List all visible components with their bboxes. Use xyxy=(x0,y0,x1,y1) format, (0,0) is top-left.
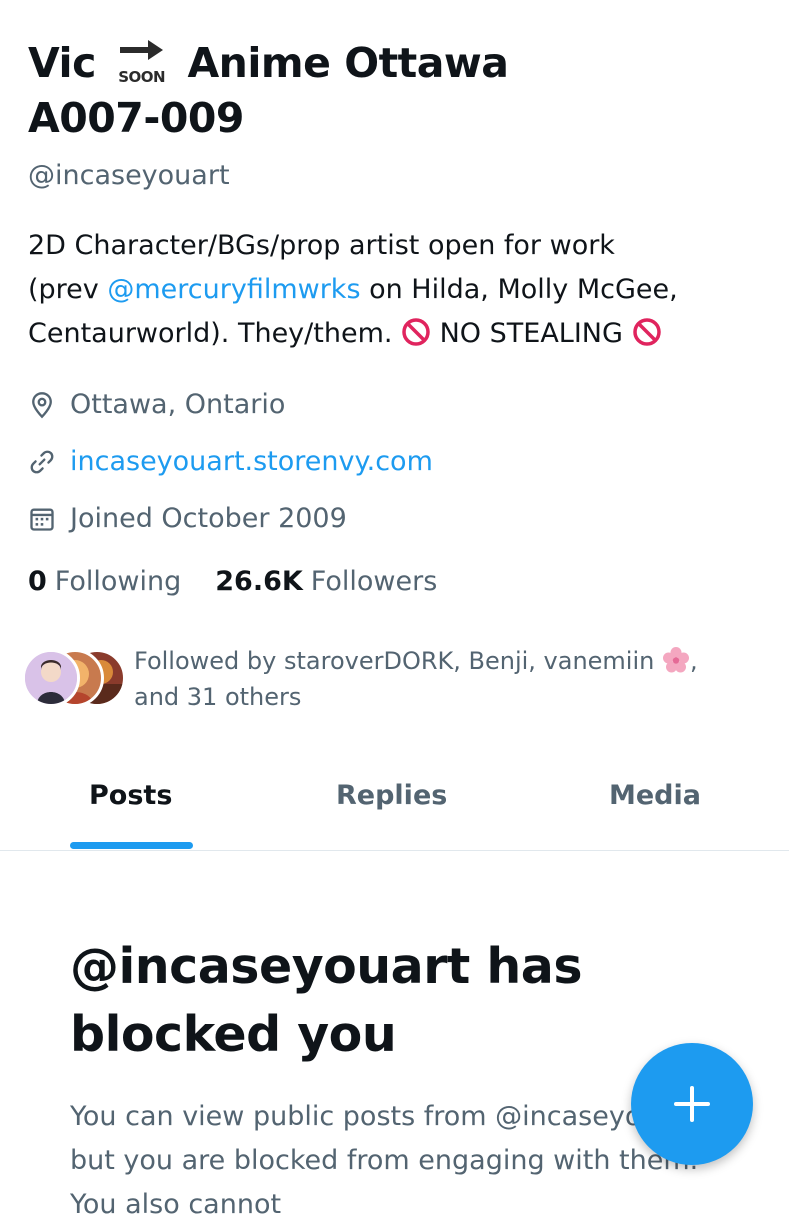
profile-location: Ottawa, Ontario xyxy=(28,376,768,433)
profile-website[interactable]: incaseyouart.storenvy.com xyxy=(28,433,768,490)
bio-line1: 2D Character/BGs/prop artist open for wo… xyxy=(28,230,615,261)
blocked-title: @incaseyouart has blocked you xyxy=(70,938,583,1063)
following-label: Following xyxy=(54,565,182,597)
blocked-notice: @incaseyouart has blocked you You can vi… xyxy=(70,933,710,1227)
followed-by-others: and 31 others xyxy=(134,683,302,711)
following-link[interactable]: 0 Following xyxy=(28,566,181,597)
blocked-message: You can view public posts from @incaseyo… xyxy=(70,1101,706,1220)
profile-name: Vic SOON Anime Ottawa A007-009 xyxy=(28,36,768,146)
cherry-blossom-emoji-icon xyxy=(662,647,689,673)
followed-by[interactable]: Followed by staroverDORK, Benji, vanemii… xyxy=(22,647,768,715)
tab-replies[interactable]: Replies xyxy=(336,780,447,811)
arrow-right-icon xyxy=(119,40,163,60)
profile-bio: 2D Character/BGs/prop artist open for wo… xyxy=(28,224,768,356)
bio-prev-suffix: on Hilda, Molly McGee, xyxy=(360,274,678,305)
website-link[interactable]: incaseyouart.storenvy.com xyxy=(70,446,433,477)
profile-joined: Joined October 2009 xyxy=(28,490,768,547)
follow-counts: 0 Following 26.6K Followers xyxy=(28,559,768,603)
calendar-icon xyxy=(30,508,54,531)
bio-prev-prefix: (prev xyxy=(28,274,108,305)
active-tab-indicator xyxy=(70,842,193,849)
followed-by-names: Followed by staroverDORK, Benji, vanemii… xyxy=(134,647,662,675)
soon-arrow-emoji-icon: SOON xyxy=(114,35,170,89)
prohibited-emoji-icon xyxy=(402,318,430,346)
joined-text: Joined October 2009 xyxy=(70,503,347,534)
compose-post-button[interactable] xyxy=(631,1043,753,1165)
profile-header: Vic SOON Anime Ottawa A007-009 @incaseyo… xyxy=(22,36,768,715)
bio-mention-link[interactable]: @mercuryfilmwrks xyxy=(107,274,360,305)
followers-link[interactable]: 26.6K Followers xyxy=(215,566,437,597)
profile-name-first: Vic xyxy=(28,39,96,87)
location-text: Ottawa, Ontario xyxy=(70,389,286,420)
avatar xyxy=(22,649,80,707)
bio-line3: Centaurworld). They/them. xyxy=(28,318,402,349)
tab-media[interactable]: Media xyxy=(609,780,701,811)
profile-name-rest: Anime Ottawa xyxy=(187,39,509,87)
followed-by-comma: , xyxy=(689,647,698,675)
soon-label: SOON xyxy=(118,68,166,86)
followers-label: Followers xyxy=(310,565,438,597)
location-pin-icon xyxy=(32,391,52,418)
bio-no-stealing: NO STEALING xyxy=(431,318,632,349)
plus-icon xyxy=(674,1086,710,1122)
link-icon xyxy=(30,450,54,473)
tab-posts[interactable]: Posts xyxy=(89,780,172,811)
followed-by-avatars xyxy=(22,649,126,709)
followed-by-text: Followed by staroverDORK, Benji, vanemii… xyxy=(134,643,698,715)
followers-count: 26.6K xyxy=(215,565,303,597)
prohibited-emoji-icon xyxy=(632,318,661,346)
profile-tabs: Posts Replies Media xyxy=(0,760,789,851)
profile-handle: @incaseyouart xyxy=(28,160,230,191)
profile-name-line2: A007-009 xyxy=(28,94,244,142)
following-count: 0 xyxy=(28,565,47,597)
